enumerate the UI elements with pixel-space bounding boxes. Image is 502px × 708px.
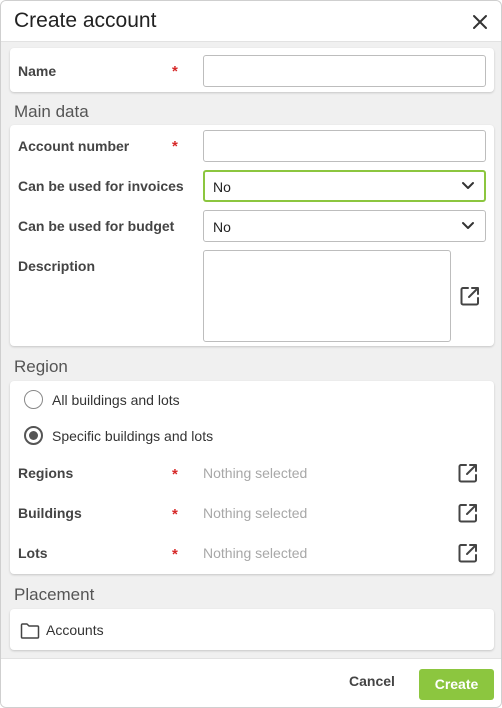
description-label: Description xyxy=(18,258,96,274)
region-card: All buildings and lots Specific building… xyxy=(10,381,494,574)
main-data-card: Account number * Can be used for invoice… xyxy=(10,125,494,346)
required-marker: * xyxy=(172,506,178,523)
required-marker: * xyxy=(172,63,178,80)
description-textarea[interactable] xyxy=(203,250,451,342)
open-external-icon[interactable] xyxy=(457,462,479,484)
invoices-select-value: No xyxy=(213,179,231,195)
radio-button[interactable] xyxy=(24,390,43,409)
section-title-main-data: Main data xyxy=(14,102,89,121)
create-account-dialog: Create account Name * Main data Account … xyxy=(0,0,502,708)
dialog-footer: Cancel Create xyxy=(1,658,501,707)
name-input[interactable] xyxy=(203,55,486,87)
buildings-label: Buildings xyxy=(18,505,82,521)
folder-icon xyxy=(20,623,40,639)
regions-value: Nothing selected xyxy=(203,465,308,481)
open-external-icon[interactable] xyxy=(459,285,481,307)
open-external-icon[interactable] xyxy=(457,542,479,564)
budget-select-value: No xyxy=(213,219,231,235)
budget-select[interactable]: No xyxy=(203,210,486,242)
radio-label: Specific buildings and lots xyxy=(52,428,214,444)
close-icon[interactable] xyxy=(469,11,491,33)
dialog-title: Create account xyxy=(14,9,157,32)
section-title-placement: Placement xyxy=(14,585,95,604)
section-title-region: Region xyxy=(14,357,68,376)
lots-label: Lots xyxy=(18,545,48,561)
chevron-down-icon xyxy=(462,182,474,189)
account-number-label: Account number xyxy=(18,138,130,154)
budget-label: Can be used for budget xyxy=(18,218,175,234)
invoices-select[interactable]: No xyxy=(203,170,486,202)
required-marker: * xyxy=(172,466,178,483)
account-number-input[interactable] xyxy=(203,130,486,162)
dialog-header: Create account xyxy=(1,1,501,42)
cancel-button[interactable]: Cancel xyxy=(337,673,407,695)
create-button[interactable]: Create xyxy=(419,669,494,700)
name-card: Name * xyxy=(10,48,494,92)
required-marker: * xyxy=(172,546,178,563)
chevron-down-icon xyxy=(462,222,474,229)
lots-value: Nothing selected xyxy=(203,545,308,561)
open-external-icon[interactable] xyxy=(457,502,479,524)
regions-label: Regions xyxy=(18,465,74,481)
radio-label: All buildings and lots xyxy=(52,392,180,408)
required-marker: * xyxy=(172,138,178,155)
name-label: Name xyxy=(18,63,57,79)
placement-card[interactable]: Accounts xyxy=(10,609,494,650)
radio-button-checked[interactable] xyxy=(24,426,43,445)
placement-folder-label: Accounts xyxy=(46,622,104,638)
invoices-label: Can be used for invoices xyxy=(18,178,184,194)
buildings-value: Nothing selected xyxy=(203,505,308,521)
